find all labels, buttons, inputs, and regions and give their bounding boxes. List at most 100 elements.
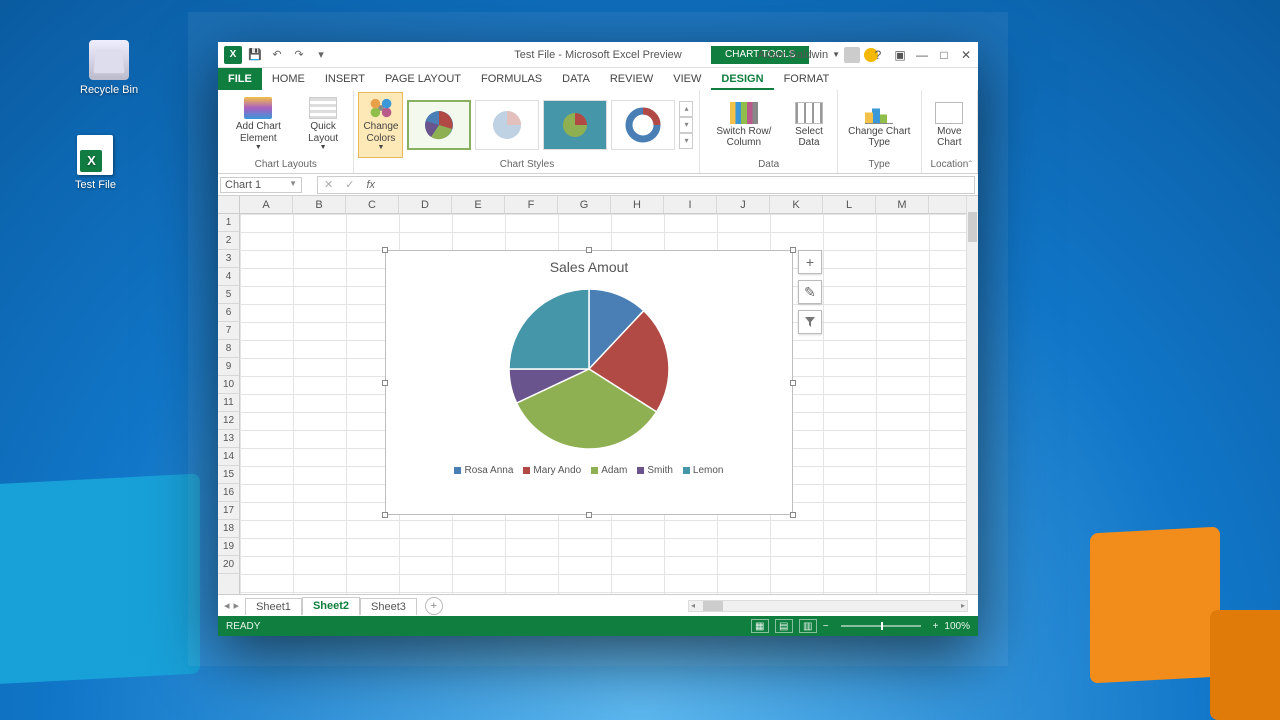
legend-item[interactable]: Rosa Anna xyxy=(454,465,513,476)
fx-icon[interactable]: fx xyxy=(360,179,381,191)
tab-view[interactable]: VIEW xyxy=(663,68,711,90)
col-header[interactable]: K xyxy=(770,196,823,213)
quick-layout-button[interactable]: Quick Layout▼ xyxy=(297,92,350,158)
name-box[interactable]: Chart 1▼ xyxy=(220,177,302,193)
style-scroll[interactable]: ▴▾▾ xyxy=(679,101,693,149)
row-header[interactable]: 6 xyxy=(218,304,239,322)
switch-row-col-button[interactable]: Switch Row/ Column xyxy=(704,92,783,158)
legend-item[interactable]: Lemon xyxy=(683,465,724,476)
legend-item[interactable]: Mary Ando xyxy=(523,465,581,476)
sheet-tab-3[interactable]: Sheet3 xyxy=(360,598,417,615)
chart-elements-button[interactable]: + xyxy=(798,250,822,274)
row-header[interactable]: 20 xyxy=(218,556,239,574)
desktop-icon-recycle-bin[interactable]: Recycle Bin xyxy=(80,40,138,96)
chart-legend[interactable]: Rosa Anna Mary Ando Adam Smith Lemon xyxy=(386,459,792,482)
tab-design[interactable]: DESIGN xyxy=(711,68,773,90)
minimize-button[interactable]: — xyxy=(912,46,932,64)
col-header[interactable]: M xyxy=(876,196,929,213)
zoom-slider[interactable] xyxy=(841,625,921,627)
tab-file[interactable]: FILE xyxy=(218,68,262,90)
style-thumb-4[interactable] xyxy=(611,100,675,150)
tab-next[interactable]: ▸ xyxy=(234,599,240,612)
row-header[interactable]: 3 xyxy=(218,250,239,268)
ribbon-opts-button[interactable]: ▣ xyxy=(890,46,910,64)
tab-review[interactable]: REVIEW xyxy=(600,68,663,90)
col-header[interactable]: C xyxy=(346,196,399,213)
row-header[interactable]: 13 xyxy=(218,430,239,448)
cancel-icon[interactable]: ✕ xyxy=(318,178,339,191)
collapse-ribbon-button[interactable]: ˆ xyxy=(969,160,972,171)
undo-button[interactable]: ↶ xyxy=(268,46,286,64)
row-header[interactable]: 5 xyxy=(218,286,239,304)
vertical-scrollbar[interactable] xyxy=(966,196,978,594)
maximize-button[interactable]: □ xyxy=(934,46,954,64)
style-thumb-2[interactable] xyxy=(475,100,539,150)
tab-formulas[interactable]: FORMULAS xyxy=(471,68,552,90)
legend-item[interactable]: Smith xyxy=(637,465,673,476)
col-header[interactable]: I xyxy=(664,196,717,213)
close-button[interactable]: ✕ xyxy=(956,46,976,64)
legend-item[interactable]: Adam xyxy=(591,465,627,476)
row-header[interactable]: 10 xyxy=(218,376,239,394)
style-thumb-3[interactable] xyxy=(543,100,607,150)
row-header[interactable]: 14 xyxy=(218,448,239,466)
horizontal-scrollbar[interactable]: ◂▸ xyxy=(688,600,968,612)
col-header[interactable]: H xyxy=(611,196,664,213)
chart-object[interactable]: Sales Amout Rosa Anna Mary Ando Adam Smith L… xyxy=(385,250,793,515)
col-header[interactable]: J xyxy=(717,196,770,213)
row-header[interactable]: 15 xyxy=(218,466,239,484)
help-button[interactable]: ? xyxy=(868,46,888,64)
tab-prev[interactable]: ◂ xyxy=(224,599,230,612)
move-chart-button[interactable]: Move Chart xyxy=(926,92,973,158)
col-header[interactable]: A xyxy=(240,196,293,213)
row-header[interactable]: 11 xyxy=(218,394,239,412)
style-thumb-1[interactable] xyxy=(407,100,471,150)
row-header[interactable]: 1 xyxy=(218,214,239,232)
page-break-view-button[interactable]: ▥ xyxy=(799,619,817,633)
change-chart-type-button[interactable]: Change Chart Type xyxy=(842,92,917,158)
tab-page-layout[interactable]: PAGE LAYOUT xyxy=(375,68,471,90)
user-account[interactable]: Adam Baldwin▼ xyxy=(758,47,878,63)
select-all-corner[interactable] xyxy=(218,196,240,214)
sheet-tab-1[interactable]: Sheet1 xyxy=(245,598,302,615)
row-header[interactable]: 7 xyxy=(218,322,239,340)
formula-input[interactable] xyxy=(381,179,974,191)
col-header[interactable]: L xyxy=(823,196,876,213)
change-colors-button[interactable]: Change Colors▼ xyxy=(358,92,403,158)
tab-format[interactable]: FORMAT xyxy=(774,68,840,90)
col-header[interactable]: D xyxy=(399,196,452,213)
row-header[interactable]: 18 xyxy=(218,520,239,538)
tab-data[interactable]: DATA xyxy=(552,68,600,90)
zoom-in-button[interactable]: + xyxy=(933,621,939,632)
qat-more[interactable]: ▾ xyxy=(312,46,330,64)
new-sheet-button[interactable]: + xyxy=(425,597,443,615)
row-header[interactable]: 16 xyxy=(218,484,239,502)
pie-chart[interactable] xyxy=(499,279,679,459)
row-header[interactable]: 8 xyxy=(218,340,239,358)
row-header[interactable]: 4 xyxy=(218,268,239,286)
tab-insert[interactable]: INSERT xyxy=(315,68,375,90)
row-header[interactable]: 17 xyxy=(218,502,239,520)
chart-title[interactable]: Sales Amout xyxy=(386,251,792,279)
row-header[interactable]: 12 xyxy=(218,412,239,430)
chart-styles-button[interactable]: ✎ xyxy=(798,280,822,304)
chart-filters-button[interactable] xyxy=(798,310,822,334)
col-header[interactable]: E xyxy=(452,196,505,213)
select-data-button[interactable]: Select Data xyxy=(785,92,833,158)
page-layout-view-button[interactable]: ▤ xyxy=(775,619,793,633)
add-chart-element-button[interactable]: Add Chart Element▼ xyxy=(222,92,295,158)
row-header[interactable]: 2 xyxy=(218,232,239,250)
enter-icon[interactable]: ✓ xyxy=(339,178,360,191)
zoom-out-button[interactable]: − xyxy=(823,621,829,632)
normal-view-button[interactable]: ▦ xyxy=(751,619,769,633)
redo-button[interactable]: ↷ xyxy=(290,46,308,64)
desktop-icon-testfile[interactable]: Test File xyxy=(75,135,116,191)
col-header[interactable]: G xyxy=(558,196,611,213)
zoom-level[interactable]: 100% xyxy=(944,621,970,632)
tab-home[interactable]: HOME xyxy=(262,68,315,90)
col-header[interactable]: B xyxy=(293,196,346,213)
row-header[interactable]: 9 xyxy=(218,358,239,376)
sheet-tab-2[interactable]: Sheet2 xyxy=(302,597,360,616)
save-button[interactable]: 💾 xyxy=(246,46,264,64)
col-header[interactable]: F xyxy=(505,196,558,213)
